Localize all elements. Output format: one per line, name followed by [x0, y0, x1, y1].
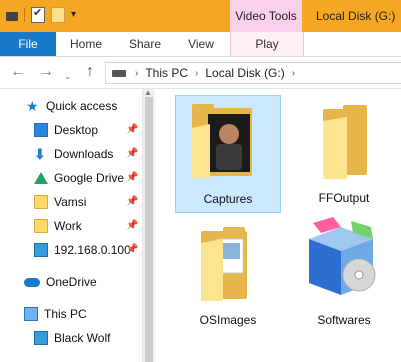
nav-work[interactable]: Work: [34, 215, 82, 237]
nav-label: Desktop: [54, 123, 99, 137]
nav-label: OneDrive: [46, 275, 97, 289]
nav-quick-access[interactable]: ★ Quick access: [26, 95, 117, 117]
pin-icon[interactable]: 📌: [126, 196, 138, 207]
nav-downloads[interactable]: ⬇ Downloads: [34, 143, 113, 165]
file-name: FFOutput: [318, 191, 370, 205]
folder-icon: [323, 105, 367, 179]
nav-black-wolf[interactable]: Black Wolf: [34, 327, 110, 349]
drive-icon[interactable]: [6, 12, 18, 21]
chevron-right-icon[interactable]: ›: [195, 68, 198, 79]
pin-icon[interactable]: 📌: [126, 124, 138, 135]
nav-vamsi[interactable]: Vamsi: [34, 191, 86, 213]
desktop-icon: [34, 123, 48, 137]
tab-share[interactable]: Share: [116, 32, 174, 56]
nav-label: Vamsi: [54, 195, 87, 209]
breadcrumb-this-pc[interactable]: This PC: [145, 66, 188, 80]
breadcrumb-local-disk[interactable]: Local Disk (G:): [205, 66, 284, 80]
tab-view[interactable]: View: [174, 32, 228, 56]
nav-label: 192.168.0.100: [54, 243, 131, 257]
navigation-pane-scrollbar[interactable]: ▲: [142, 88, 155, 362]
window-title: Local Disk (G:): [316, 9, 396, 23]
file-list: Captures FFOutput OSImages Softwares: [155, 89, 401, 362]
tab-play[interactable]: Play: [230, 32, 304, 56]
file-item-osimages[interactable]: OSImages: [175, 217, 281, 335]
file-name: OSImages: [199, 313, 257, 327]
google-drive-icon: [34, 172, 48, 184]
computer-icon: [24, 307, 38, 321]
forward-arrow-icon[interactable]: →: [38, 63, 54, 81]
pin-icon[interactable]: 📌: [126, 172, 138, 183]
scroll-up-icon[interactable]: ▲: [144, 88, 152, 97]
new-folder-icon[interactable]: [51, 7, 65, 23]
navigation-pane: ★ Quick access Desktop 📌 ⬇ Downloads 📌 G…: [0, 89, 142, 362]
nav-onedrive[interactable]: OneDrive: [24, 271, 97, 293]
pin-icon[interactable]: 📌: [126, 148, 138, 159]
pin-icon[interactable]: 📌: [126, 244, 138, 255]
nav-desktop[interactable]: Desktop: [34, 119, 98, 141]
file-item-captures[interactable]: Captures: [175, 95, 281, 213]
chevron-right-icon[interactable]: ›: [135, 68, 138, 79]
folder-icon: [34, 195, 48, 209]
nav-label: Black Wolf: [54, 331, 111, 345]
up-arrow-icon[interactable]: ↑: [86, 63, 94, 81]
scrollbar-thumb[interactable]: [145, 97, 153, 362]
file-name: Captures: [203, 192, 253, 206]
customize-toolbar-icon[interactable]: ▾: [71, 10, 81, 20]
nav-label: Downloads: [54, 147, 114, 161]
pin-icon[interactable]: 📌: [126, 220, 138, 231]
title-bar: ▾ Video Tools Local Disk (G:): [0, 0, 401, 32]
address-bar[interactable]: › This PC › Local Disk (G:) ›: [105, 62, 401, 84]
image-folder-icon: [201, 227, 247, 301]
nav-label: Work: [54, 219, 82, 233]
file-name: Softwares: [317, 313, 371, 327]
toolbar-separator: [24, 8, 25, 22]
quick-access-toolbar: ▾: [6, 6, 81, 23]
nav-label: Quick access: [46, 99, 118, 113]
nav-label: This PC: [44, 307, 87, 321]
file-item-softwares[interactable]: Softwares: [291, 217, 397, 335]
recent-locations-chevron-icon[interactable]: ⌄: [64, 67, 72, 85]
download-arrow-icon: ⬇: [34, 146, 46, 162]
star-icon: ★: [26, 98, 39, 114]
address-row: ← → ⌄ ↑ › This PC › Local Disk (G:) ›: [0, 57, 401, 89]
network-drive-icon: [34, 331, 48, 345]
software-installer-icon: [309, 217, 376, 295]
nav-label: Google Drive: [54, 171, 125, 185]
video-folder-icon: [192, 104, 252, 178]
onedrive-cloud-icon: [24, 277, 40, 287]
nav-google-drive[interactable]: Google Drive: [34, 167, 124, 189]
contextual-tab-group: Video Tools: [230, 0, 302, 32]
drive-icon: [112, 69, 126, 77]
ribbon-tabs: File Home Share View Play: [0, 32, 401, 57]
nav-this-pc[interactable]: This PC: [24, 303, 87, 325]
network-drive-icon: [34, 243, 48, 257]
video-tools-label: Video Tools: [235, 9, 297, 23]
tab-file[interactable]: File: [0, 32, 56, 56]
back-arrow-icon[interactable]: ←: [10, 63, 26, 81]
tab-home[interactable]: Home: [56, 32, 116, 56]
nav-network-location[interactable]: 192.168.0.100: [34, 239, 131, 261]
properties-icon[interactable]: [31, 6, 45, 23]
folder-icon: [34, 219, 48, 233]
chevron-right-icon[interactable]: ›: [292, 68, 295, 79]
file-item-ffoutput[interactable]: FFOutput: [291, 95, 397, 213]
